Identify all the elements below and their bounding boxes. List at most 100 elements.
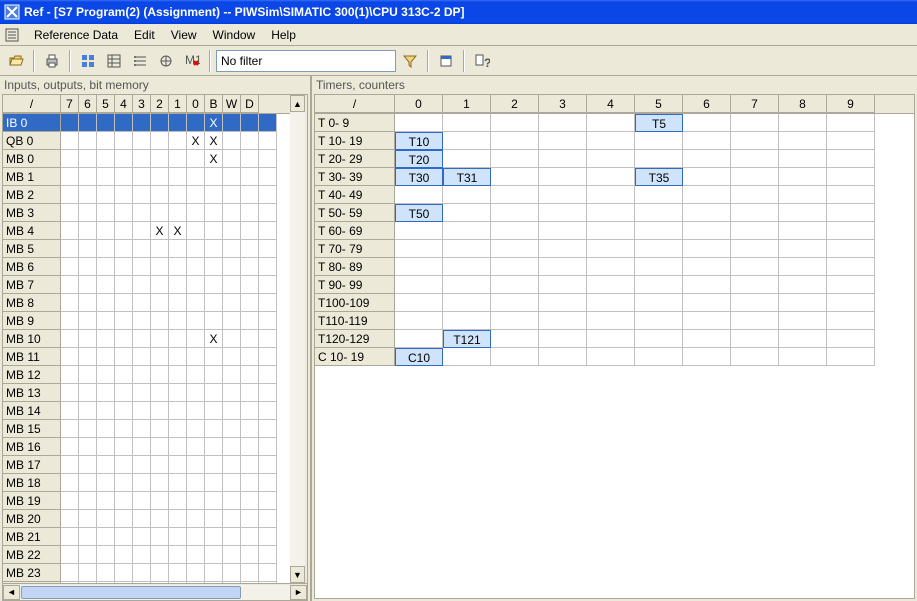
bit-cell[interactable] bbox=[223, 420, 241, 438]
timer-cell[interactable] bbox=[587, 240, 635, 258]
scroll-down-icon[interactable]: ▼ bbox=[290, 566, 305, 583]
timer-cell[interactable] bbox=[683, 222, 731, 240]
view4-button[interactable] bbox=[154, 49, 178, 73]
timer-cell[interactable] bbox=[779, 348, 827, 366]
bit-cell[interactable] bbox=[259, 222, 277, 240]
table-row[interactable]: T 50- 59T50 bbox=[315, 204, 914, 222]
timer-cell[interactable] bbox=[827, 114, 875, 132]
timer-cell[interactable] bbox=[395, 222, 443, 240]
table-row[interactable]: C 10- 19C10 bbox=[315, 348, 914, 366]
bit-cell[interactable] bbox=[241, 438, 259, 456]
timer-cell[interactable] bbox=[779, 204, 827, 222]
right-col-header[interactable]: 0 bbox=[395, 95, 443, 113]
timer-cell[interactable] bbox=[587, 312, 635, 330]
bit-cell[interactable] bbox=[97, 438, 115, 456]
timer-cell[interactable] bbox=[779, 150, 827, 168]
bit-cell[interactable] bbox=[259, 240, 277, 258]
left-col-header[interactable]: D bbox=[241, 95, 259, 113]
table-row[interactable]: MB 3 bbox=[3, 204, 290, 222]
bit-cell[interactable] bbox=[241, 384, 259, 402]
timer-cell[interactable] bbox=[443, 276, 491, 294]
timer-cell[interactable] bbox=[779, 168, 827, 186]
bit-cell[interactable] bbox=[187, 528, 205, 546]
bit-cell[interactable] bbox=[169, 474, 187, 492]
timer-cell[interactable] bbox=[443, 294, 491, 312]
left-col-header[interactable]: 6 bbox=[79, 95, 97, 113]
bit-cell[interactable] bbox=[61, 474, 79, 492]
timer-cell[interactable] bbox=[587, 204, 635, 222]
bit-cell[interactable] bbox=[133, 204, 151, 222]
bit-cell[interactable] bbox=[241, 546, 259, 564]
open-button[interactable] bbox=[4, 49, 28, 73]
bit-cell[interactable] bbox=[133, 294, 151, 312]
bit-cell[interactable] bbox=[259, 366, 277, 384]
timer-cell[interactable] bbox=[491, 294, 539, 312]
timer-cell[interactable] bbox=[683, 294, 731, 312]
left-col-header[interactable]: B bbox=[205, 95, 223, 113]
table-row[interactable]: MB 13 bbox=[3, 384, 290, 402]
table-row[interactable]: MB 0X bbox=[3, 150, 290, 168]
bit-cell[interactable] bbox=[151, 564, 169, 582]
bit-cell[interactable] bbox=[187, 186, 205, 204]
left-col-header[interactable]: 0 bbox=[187, 95, 205, 113]
timer-cell[interactable] bbox=[827, 258, 875, 276]
view1-button[interactable] bbox=[76, 49, 100, 73]
bit-cell[interactable] bbox=[115, 204, 133, 222]
table-row[interactable]: MB 14 bbox=[3, 402, 290, 420]
bit-cell[interactable] bbox=[115, 456, 133, 474]
timer-cell[interactable] bbox=[683, 330, 731, 348]
bit-cell[interactable] bbox=[169, 384, 187, 402]
table-row[interactable]: QB 0XX bbox=[3, 132, 290, 150]
timer-cell[interactable] bbox=[827, 240, 875, 258]
bit-cell[interactable] bbox=[223, 474, 241, 492]
bit-cell[interactable] bbox=[205, 420, 223, 438]
timer-cell[interactable] bbox=[395, 312, 443, 330]
timer-cell[interactable] bbox=[731, 186, 779, 204]
timer-cell[interactable] bbox=[635, 150, 683, 168]
timer-cell[interactable] bbox=[539, 330, 587, 348]
bit-cell[interactable] bbox=[169, 348, 187, 366]
bit-cell[interactable] bbox=[241, 114, 259, 132]
bit-cell[interactable] bbox=[133, 168, 151, 186]
timer-cell[interactable] bbox=[443, 204, 491, 222]
bit-cell[interactable] bbox=[151, 258, 169, 276]
bit-cell[interactable] bbox=[241, 510, 259, 528]
bit-cell[interactable] bbox=[169, 366, 187, 384]
bit-cell[interactable] bbox=[241, 276, 259, 294]
bit-cell[interactable] bbox=[115, 330, 133, 348]
timer-cell[interactable] bbox=[587, 186, 635, 204]
bit-cell[interactable] bbox=[61, 150, 79, 168]
timer-cell[interactable] bbox=[587, 150, 635, 168]
bit-cell[interactable] bbox=[223, 546, 241, 564]
bit-cell[interactable] bbox=[97, 474, 115, 492]
timer-cell[interactable] bbox=[491, 132, 539, 150]
bit-cell[interactable] bbox=[133, 564, 151, 582]
bit-cell[interactable] bbox=[205, 294, 223, 312]
bit-cell[interactable] bbox=[115, 114, 133, 132]
bit-cell[interactable] bbox=[223, 186, 241, 204]
bit-cell[interactable] bbox=[97, 456, 115, 474]
left-col-header[interactable]: 1 bbox=[169, 95, 187, 113]
timer-cell[interactable] bbox=[443, 348, 491, 366]
timer-cell[interactable] bbox=[827, 168, 875, 186]
timer-cell[interactable] bbox=[731, 114, 779, 132]
bit-cell[interactable] bbox=[187, 456, 205, 474]
bit-cell[interactable] bbox=[61, 186, 79, 204]
right-col-header[interactable]: 5 bbox=[635, 95, 683, 113]
bit-cell[interactable] bbox=[259, 330, 277, 348]
timer-cell[interactable] bbox=[587, 258, 635, 276]
filter-input[interactable]: No filter bbox=[216, 50, 396, 72]
timer-cell[interactable] bbox=[635, 312, 683, 330]
bit-cell[interactable] bbox=[241, 474, 259, 492]
bit-cell[interactable] bbox=[187, 204, 205, 222]
timer-cell[interactable] bbox=[635, 240, 683, 258]
bit-cell[interactable] bbox=[115, 564, 133, 582]
bit-cell[interactable] bbox=[151, 150, 169, 168]
bit-cell[interactable] bbox=[97, 510, 115, 528]
bit-cell[interactable] bbox=[151, 492, 169, 510]
bit-cell[interactable] bbox=[205, 204, 223, 222]
timer-cell[interactable] bbox=[539, 312, 587, 330]
left-col-header[interactable]: 3 bbox=[133, 95, 151, 113]
right-col-header[interactable]: 3 bbox=[539, 95, 587, 113]
bit-cell[interactable] bbox=[79, 402, 97, 420]
